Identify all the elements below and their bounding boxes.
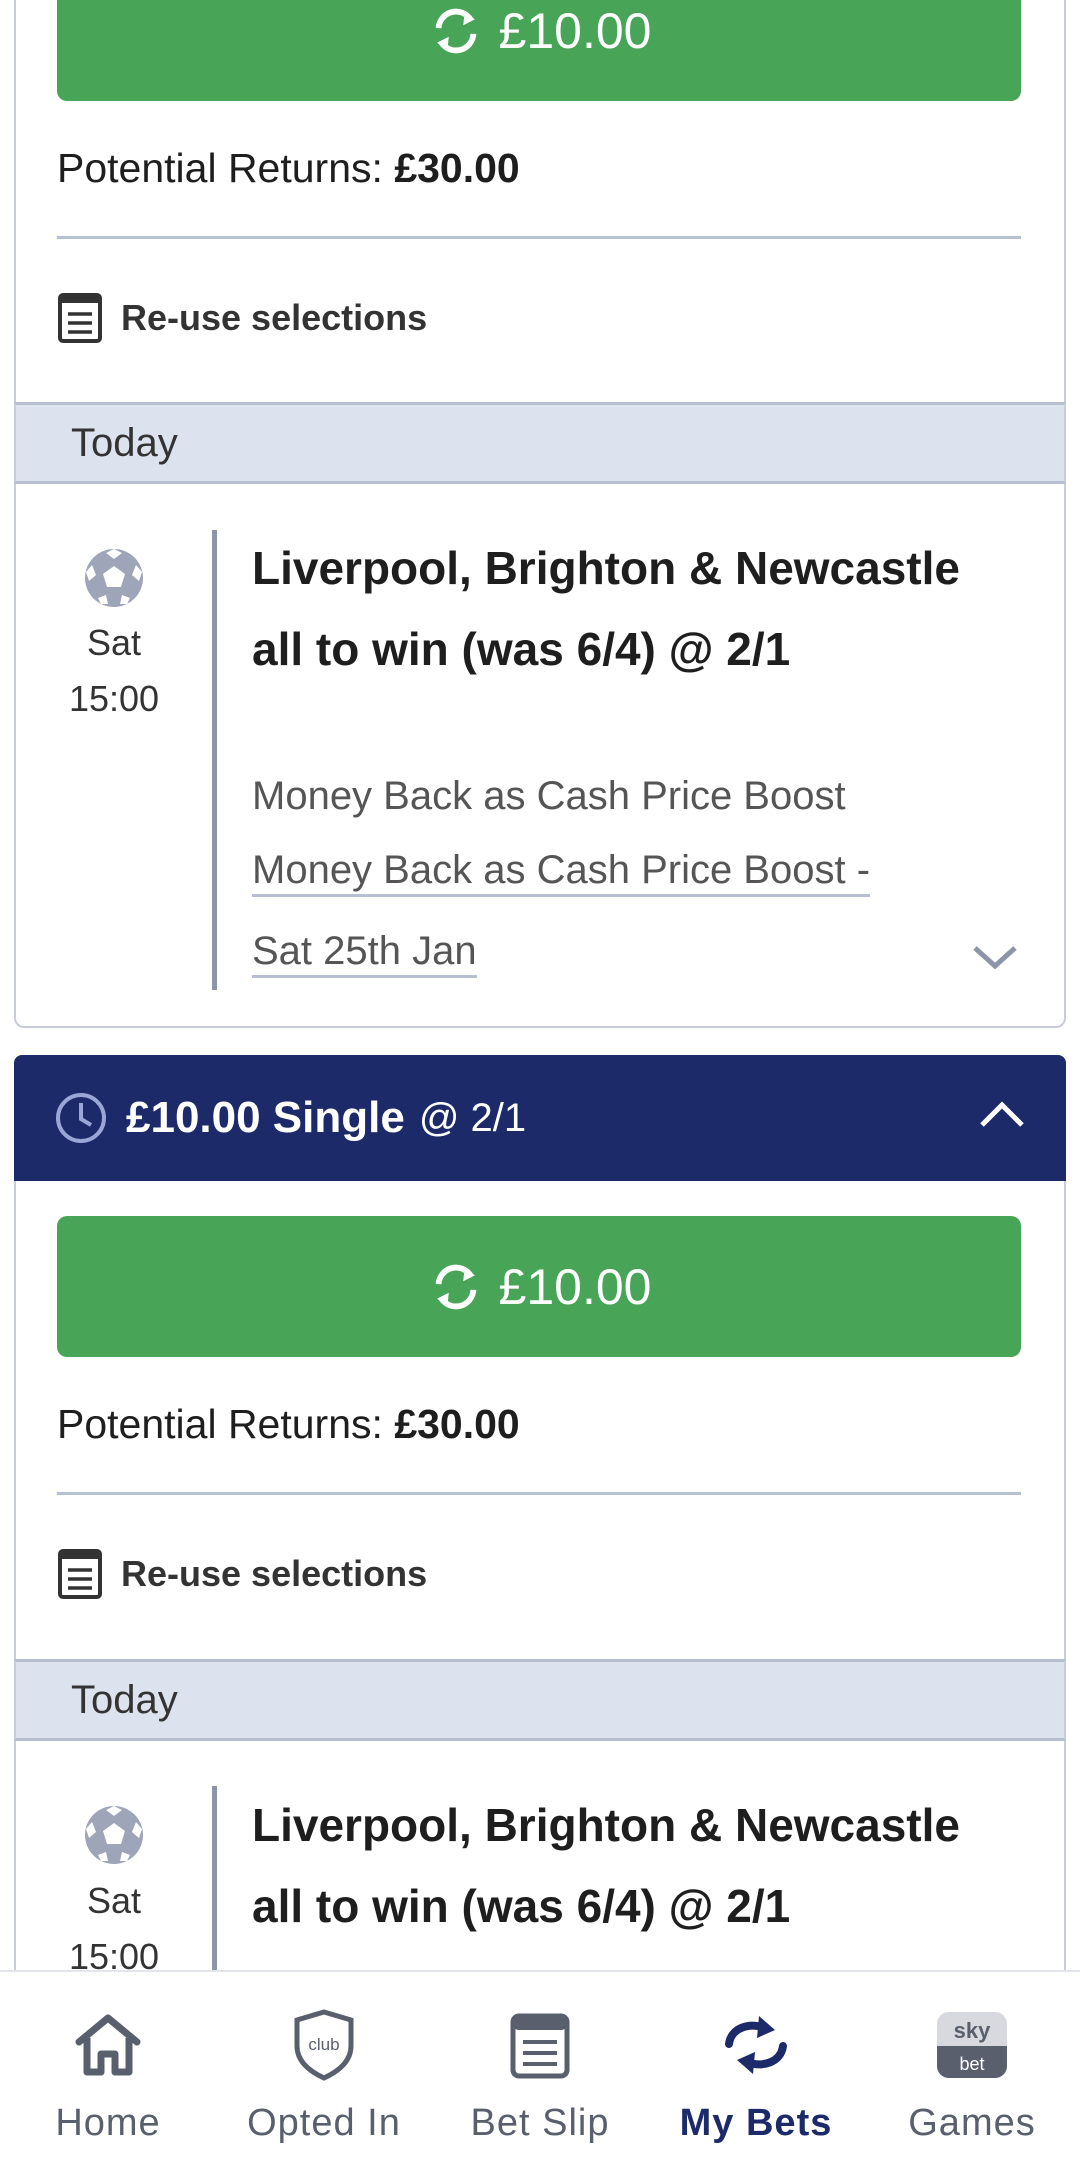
bets-scroll-area[interactable]: £10.00 Potential Returns: £30.00 Re-use …	[0, 0, 1080, 1970]
nav-label: My Bets	[679, 2102, 833, 2144]
event-day: Sat	[86, 1880, 142, 1921]
nav-label: Bet Slip	[470, 2102, 610, 2144]
event-link-text: Money Back as Cash Price Boost - Sat 25t…	[252, 848, 871, 978]
potential-returns-value: £30.00	[394, 1401, 520, 1447]
chevron-up-icon[interactable]	[978, 1099, 1026, 1129]
reuse-selections-button[interactable]: Re-use selections	[57, 1548, 427, 1600]
selection-title: Liverpool, Brighton & Newcastle all to w…	[252, 1799, 960, 1932]
event-link[interactable]: Money Back as Cash Price Boost - Sat 25t…	[252, 830, 932, 992]
reuse-selections-label: Re-use selections	[121, 1553, 428, 1594]
nav-opted-in[interactable]: club Opted In	[216, 1972, 432, 2165]
reuse-selections-label: Re-use selections	[121, 297, 428, 338]
selection-title: Liverpool, Brighton & Newcastle all to w…	[252, 542, 960, 675]
event-time: 15:00	[68, 1936, 160, 1970]
potential-returns-label: Potential Returns:	[57, 145, 383, 191]
bet-stake-type: £10.00 Single	[126, 1093, 405, 1142]
reuse-selections-button[interactable]: Re-use selections	[57, 292, 427, 344]
bet-header[interactable]: £10.00 Single @ 2/1	[14, 1055, 1066, 1181]
bet-odds: @ 2/1	[418, 1095, 527, 1140]
event-day: Sat	[86, 622, 142, 663]
nav-bet-slip[interactable]: Bet Slip	[432, 1972, 648, 2165]
nav-label: Home	[55, 2102, 161, 2144]
club-text: club	[308, 2035, 339, 2054]
day-header: Today	[14, 1659, 1066, 1741]
nav-label: Opted In	[247, 2102, 401, 2144]
sky-bet-games-icon: sky bet	[937, 2012, 1007, 2078]
cash-out-amount: £10.00	[498, 1258, 652, 1315]
cash-out-icon	[435, 8, 476, 53]
cash-out-button[interactable]: £10.00	[57, 0, 1021, 101]
chevron-down-icon[interactable]	[970, 942, 1020, 972]
nav-my-bets[interactable]: My Bets	[648, 1972, 864, 2165]
bottom-nav: Home club Opted In Bet Slip My Bets sky …	[0, 1970, 1080, 2165]
my-bets-icon	[725, 2016, 787, 2074]
potential-returns-label: Potential Returns:	[57, 1401, 383, 1447]
bet-slip-icon	[510, 2013, 570, 2079]
cash-out-amount: £10.00	[498, 2, 652, 59]
club-shield-icon: club	[294, 2009, 354, 2081]
nav-games[interactable]: sky bet Games	[864, 1972, 1080, 2165]
cash-out-icon	[435, 1264, 476, 1309]
event-time: 15:00	[68, 678, 160, 719]
football-icon	[85, 549, 143, 607]
potential-returns: Potential Returns: £30.00	[57, 1401, 520, 1448]
divider	[57, 1492, 1021, 1495]
document-icon	[58, 293, 102, 343]
nav-label: Games	[908, 2102, 1036, 2144]
selection-marker-line	[212, 530, 217, 990]
sky-text: sky	[954, 2018, 991, 2043]
potential-returns: Potential Returns: £30.00	[57, 145, 520, 192]
day-header: Today	[14, 402, 1066, 484]
selection-marker-line	[212, 1786, 217, 1970]
divider	[57, 236, 1021, 239]
bet-text: bet	[959, 2054, 984, 2074]
potential-returns-value: £30.00	[394, 145, 520, 191]
clock-icon	[56, 1093, 106, 1143]
home-icon	[75, 2014, 141, 2076]
football-icon	[85, 1806, 143, 1864]
selection-market: Money Back as Cash Price Boost	[252, 774, 846, 818]
cash-out-button[interactable]: £10.00	[57, 1216, 1021, 1357]
nav-home[interactable]: Home	[0, 1972, 216, 2165]
document-icon	[58, 1549, 102, 1599]
